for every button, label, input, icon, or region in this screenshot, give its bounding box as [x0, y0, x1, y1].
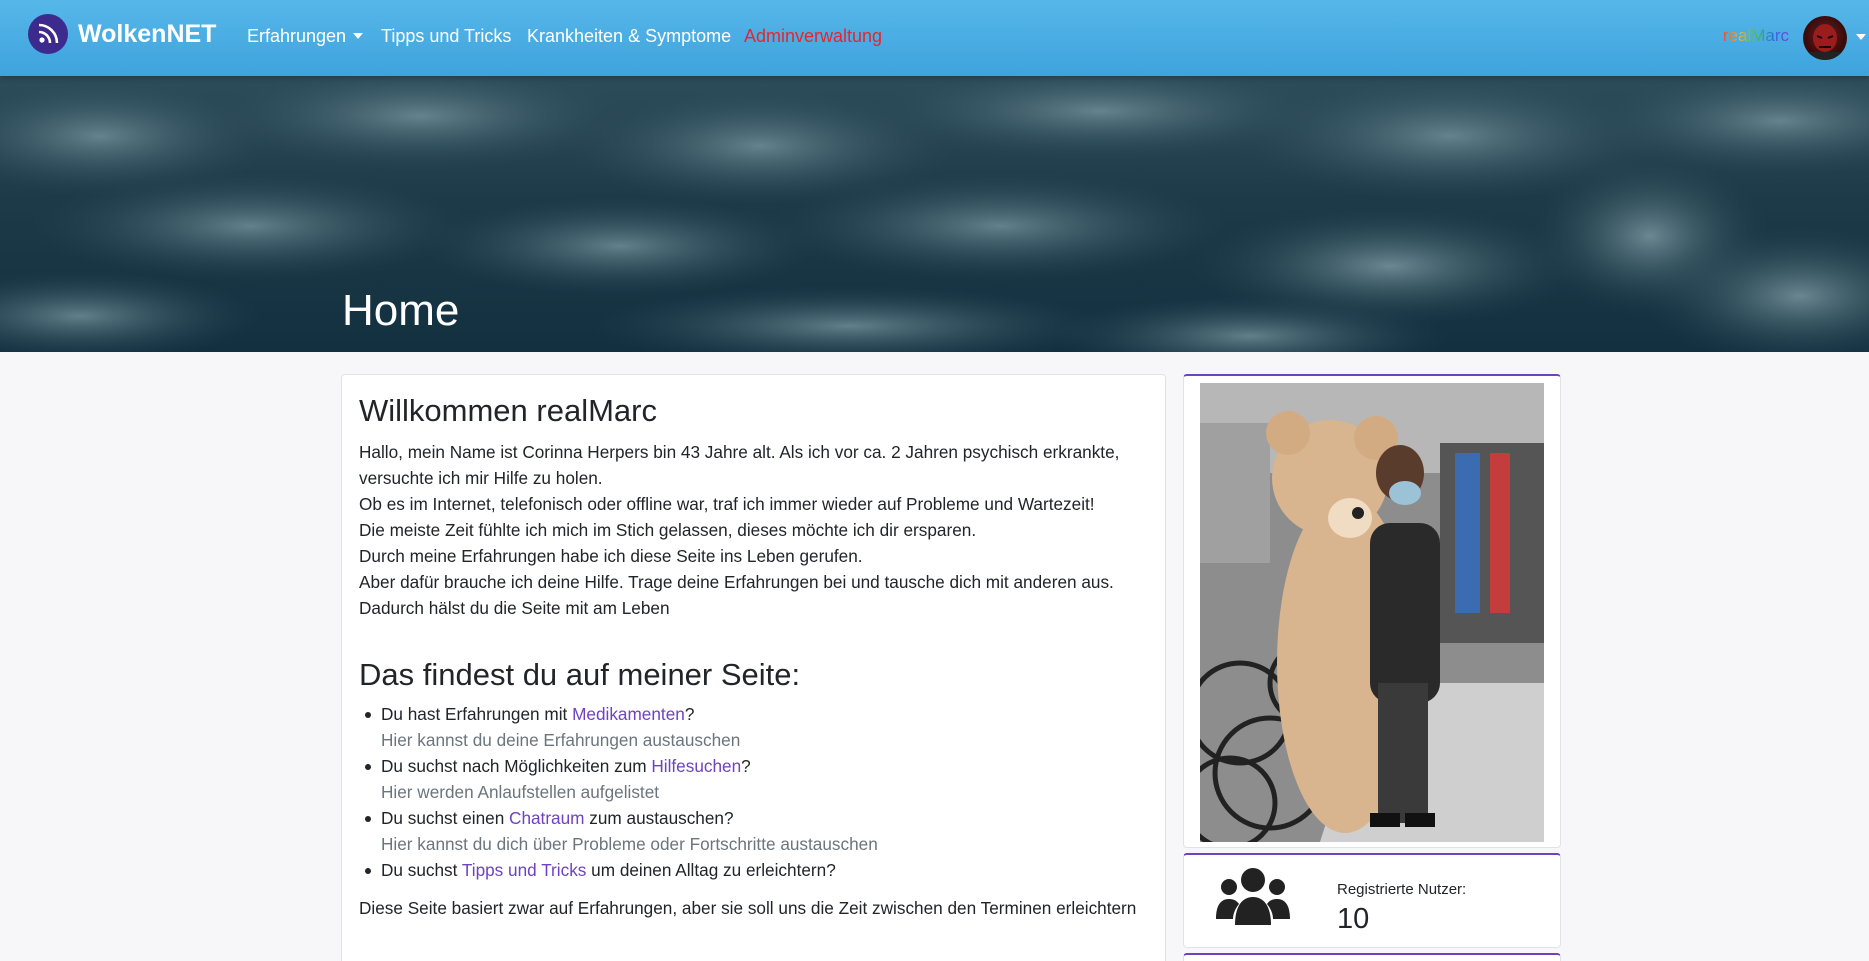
user-avatar[interactable]: [1803, 16, 1847, 60]
page-title: Home: [342, 286, 460, 335]
clouds-background-image: [0, 76, 1869, 352]
caret-down-icon: [353, 33, 364, 39]
user-menu-caret-icon[interactable]: [1856, 34, 1866, 40]
registered-users-card: Registrierte Nutzer: 10: [1183, 853, 1561, 948]
brand-logo-icon: [28, 14, 68, 54]
avatar-face-icon: [1803, 21, 1847, 60]
list-item: Du suchst Tipps und Tricks um deinen All…: [359, 857, 1148, 883]
nav-adminverwaltung[interactable]: Adminverwaltung: [744, 26, 882, 47]
users-group-icon: [1216, 868, 1290, 925]
feature-text: Du suchst: [381, 860, 462, 880]
link-tipps-und-tricks[interactable]: Tipps und Tricks: [462, 860, 587, 880]
user-name-label[interactable]: realMarc: [1723, 26, 1789, 46]
list-item: Du suchst einen Chatraum zum austauschen…: [359, 805, 1148, 857]
intro-text: Hallo, mein Name ist Corinna Herpers bin…: [359, 439, 1148, 621]
feature-text: Du suchst einen: [381, 808, 510, 828]
feature-text: ?: [684, 704, 695, 724]
feature-subtext: Hier kannst du dich über Probleme oder F…: [381, 834, 878, 854]
brand-name: WolkenNET: [78, 19, 217, 48]
brand-link[interactable]: WolkenNET: [28, 14, 216, 54]
nav-erfahrungen-label: Erfahrungen: [247, 26, 347, 46]
top-navbar: WolkenNET Erfahrungen Tipps und Tricks K…: [0, 0, 1869, 76]
intro-line: Durch meine Erfahrungen habe ich diese S…: [359, 546, 863, 566]
hero-banner: Home: [0, 76, 1869, 352]
intro-line: Ob es im Internet, telefonisch oder offl…: [359, 494, 1095, 514]
features-heading: Das findest du auf meiner Seite:: [359, 657, 801, 692]
footer-text: Diese Seite basiert zwar auf Erfahrungen…: [359, 898, 1137, 918]
nav-erfahrungen-dropdown[interactable]: Erfahrungen: [247, 26, 364, 47]
registered-users-count: 10: [1337, 903, 1370, 935]
teddy-bear-photo-image: [1200, 383, 1544, 842]
link-medikamente[interactable]: Medikamenten: [572, 704, 685, 724]
sidebar-card: [1183, 953, 1561, 961]
intro-line: Dadurch hälst du die Seite mit am Leben: [359, 598, 670, 618]
feature-subtext: Hier kannst du deine Erfahrungen austaus…: [381, 730, 741, 750]
nav-krankheiten-symptome[interactable]: Krankheiten & Symptome: [527, 26, 731, 47]
feature-text: Du hast Erfahrungen mit: [381, 704, 573, 724]
list-item: Du suchst nach Möglichkeiten zum Hilfesu…: [359, 753, 1148, 805]
feature-text: zum austauschen?: [584, 808, 734, 828]
nav-tipps-und-tricks[interactable]: Tipps und Tricks: [381, 26, 511, 47]
photo-card: [1183, 374, 1561, 848]
intro-line: Die meiste Zeit fühlte ich mich im Stich…: [359, 520, 977, 540]
feature-text: Du suchst nach Möglichkeiten zum: [381, 756, 652, 776]
link-chatraum[interactable]: Chatraum: [509, 808, 584, 828]
feature-subtext: Hier werden Anlaufstellen aufgelistet: [381, 782, 660, 802]
intro-line: Hallo, mein Name ist Corinna Herpers bin…: [359, 442, 1120, 488]
features-list: Du hast Erfahrungen mit Medikamenten? Hi…: [359, 701, 1148, 883]
feature-text: um deinen Alltag zu erleichtern?: [586, 860, 836, 880]
registered-users-label: Registrierte Nutzer:: [1337, 881, 1467, 898]
feature-text: ?: [741, 756, 751, 776]
list-item: Du hast Erfahrungen mit Medikamenten? Hi…: [359, 701, 1148, 753]
welcome-card: Willkommen realMarc Hallo, mein Name ist…: [341, 374, 1166, 961]
link-hilfesuchen[interactable]: Hilfesuchen: [651, 756, 741, 776]
intro-line: Aber dafür brauche ich deine Hilfe. Trag…: [359, 572, 1114, 592]
profile-photo: [1200, 383, 1544, 842]
welcome-heading: Willkommen realMarc: [359, 393, 657, 428]
